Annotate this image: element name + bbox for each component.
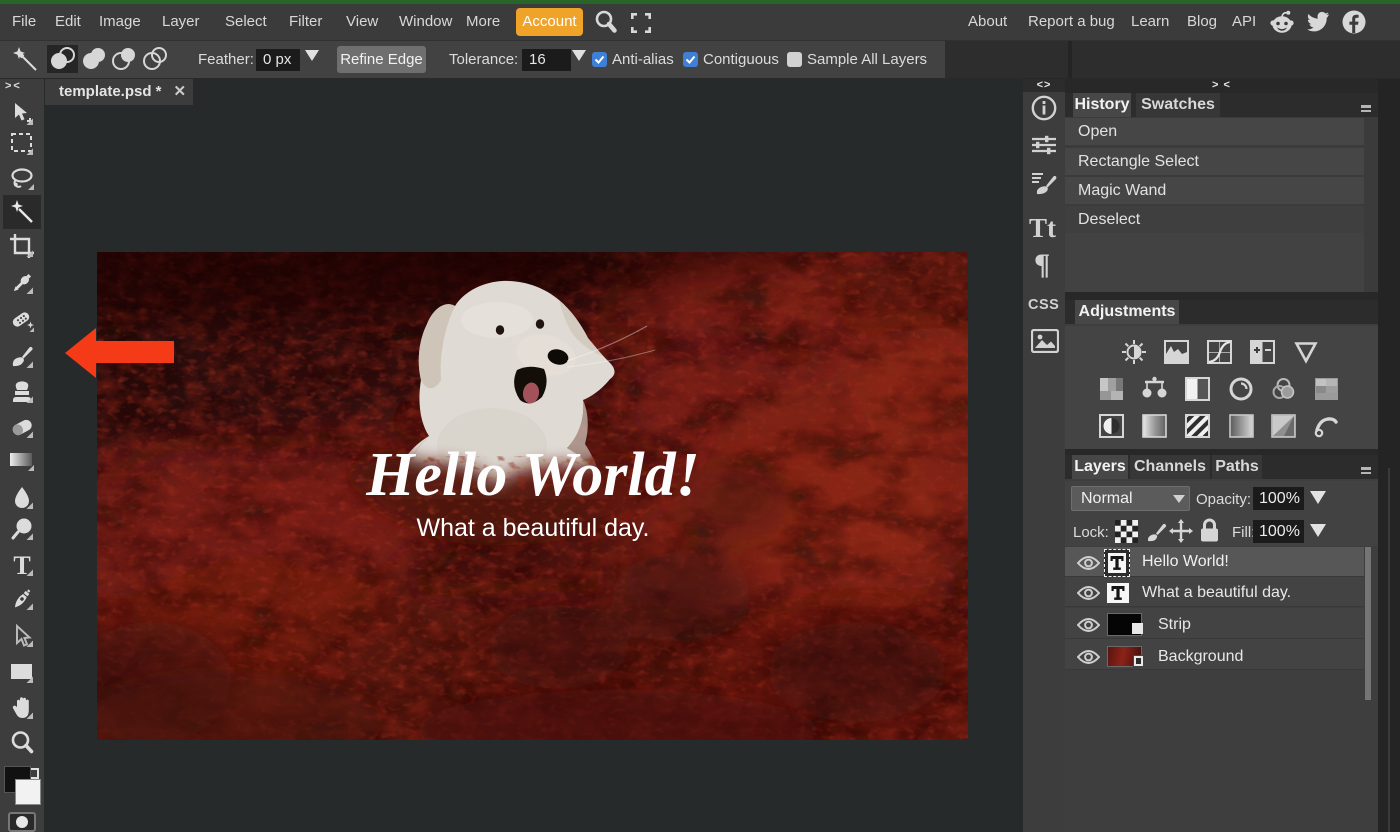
svg-text:Hello World!: Hello World! xyxy=(365,441,700,509)
svg-text:CSS: CSS xyxy=(1028,297,1059,313)
svg-text:Tt: Tt xyxy=(1029,213,1056,243)
svg-text:What a beautiful day.: What a beautiful day. xyxy=(416,514,649,542)
svg-text:¶: ¶ xyxy=(1034,248,1050,281)
svg-text:T: T xyxy=(13,553,30,577)
